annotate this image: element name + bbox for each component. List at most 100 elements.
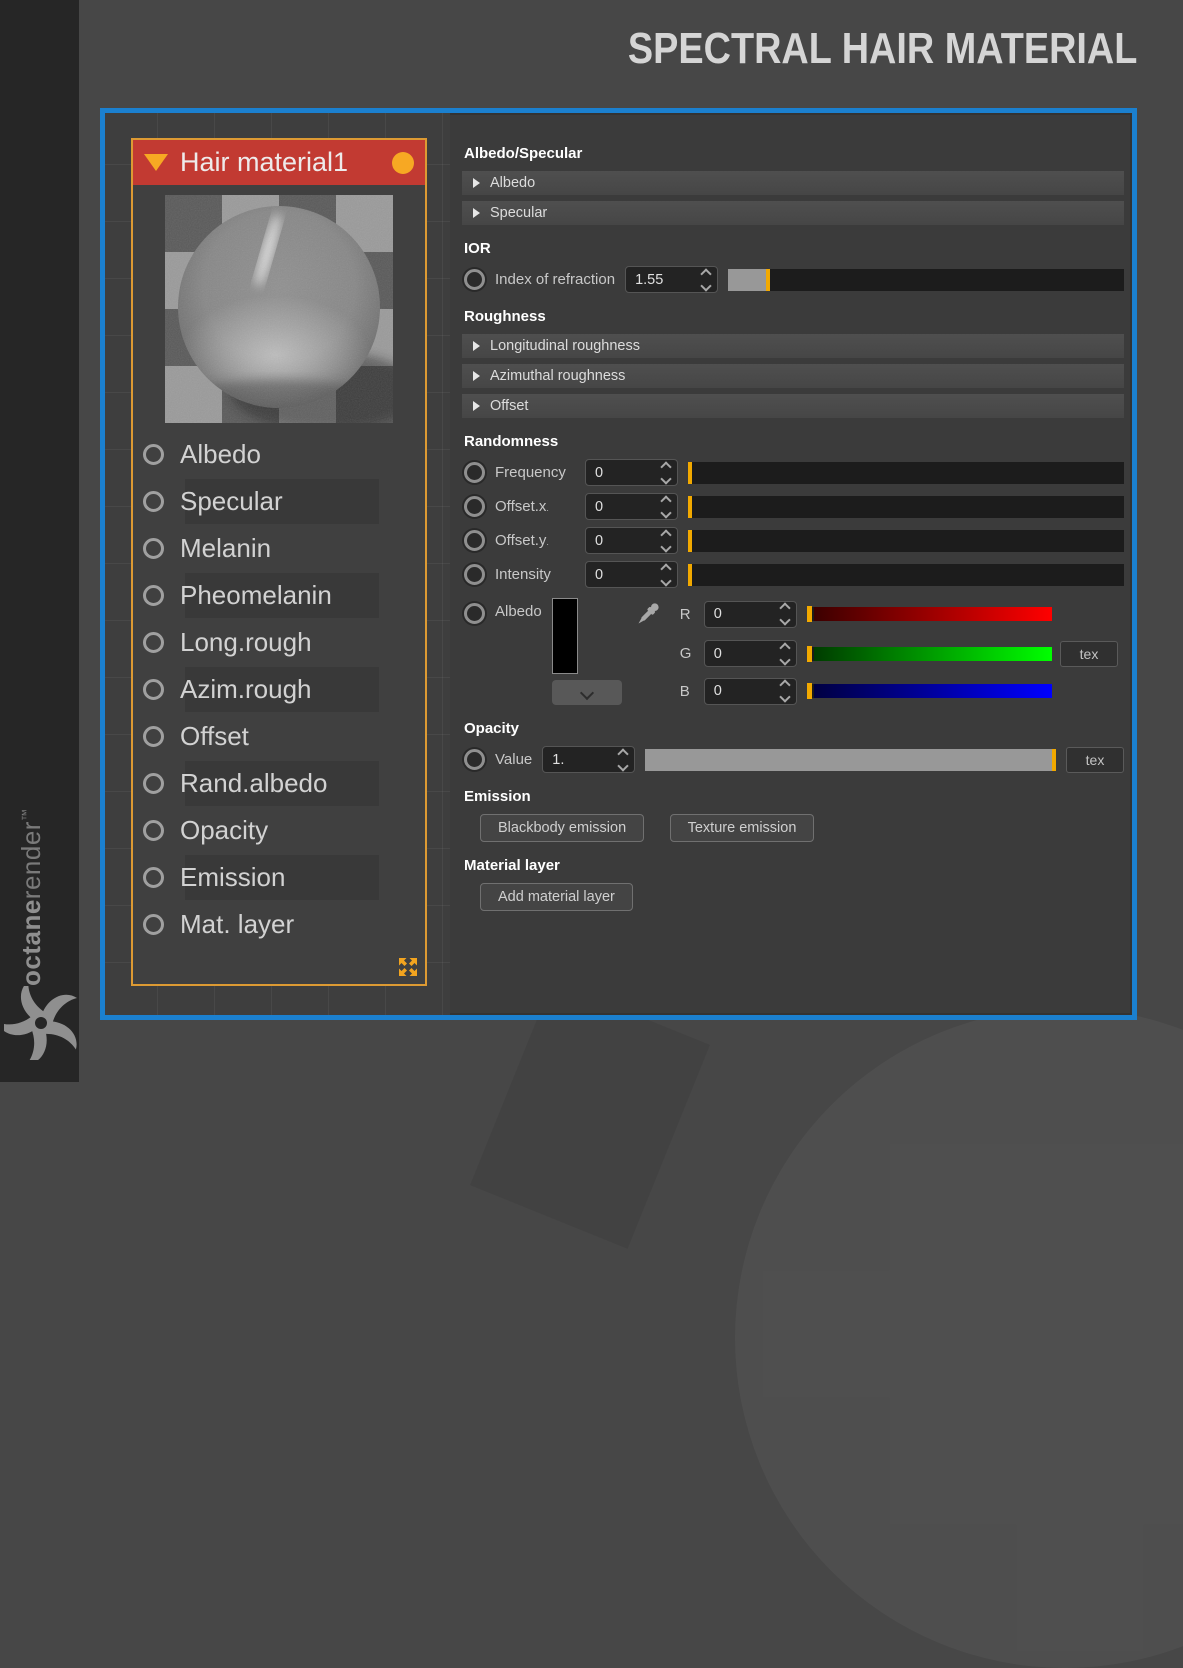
input-socket-icon[interactable] [143,632,164,653]
red-spinbox[interactable]: 0 [703,600,797,628]
spin-up-icon[interactable] [700,267,712,280]
green-channel-slider[interactable] [806,645,1052,662]
input-socket-icon[interactable] [143,491,164,512]
spin-up-icon[interactable] [779,602,791,614]
spin-down-icon[interactable] [660,472,672,485]
input-socket-icon[interactable] [143,585,164,606]
add-material-layer-button[interactable]: Add material layer [480,883,633,911]
opacity-spinbox[interactable]: 1. [542,746,636,773]
ior-slider[interactable] [728,268,1124,291]
texture-emission-button[interactable]: Texture emission [669,814,815,842]
spin-buttons[interactable] [660,528,672,553]
node-input-pheomelanin[interactable]: Pheomelanin [133,572,425,619]
spin-down-icon[interactable] [660,540,672,553]
node-input-melanin[interactable]: Melanin [133,525,425,572]
spin-up-icon[interactable] [660,562,672,575]
input-socket-icon[interactable] [143,820,164,841]
eyedropper-icon[interactable] [632,598,664,630]
intensity-spinbox[interactable]: 0 [585,561,678,588]
opacity-tex-button[interactable]: tex [1066,746,1124,773]
spin-buttons[interactable] [779,679,791,703]
parameter-panel: Albedo/Specular Albedo Specular IOR Inde… [450,113,1132,1015]
node-input-emission[interactable]: Emission [133,854,425,901]
node-input-albedo[interactable]: Albedo [133,431,425,478]
pin-socket-icon[interactable] [464,564,485,585]
section-material-layer: Material layer [464,857,560,874]
spin-buttons[interactable] [779,602,791,626]
node-header[interactable]: Hair material1 [133,140,425,185]
spin-up-icon[interactable] [660,528,672,541]
spin-down-icon[interactable] [660,574,672,587]
node-input-azim-rough[interactable]: Azim.rough [133,666,425,713]
group-albedo[interactable]: Albedo [462,171,1124,195]
input-socket-icon[interactable] [143,914,164,935]
spin-up-icon[interactable] [779,679,791,691]
spin-buttons[interactable] [660,494,672,519]
spin-down-icon[interactable] [779,691,791,703]
spin-down-icon[interactable] [700,279,712,292]
spin-down-icon[interactable] [779,614,791,626]
spin-buttons[interactable] [779,642,791,666]
ior-spinbox[interactable]: 1.55 [625,266,719,293]
spin-down-icon[interactable] [617,759,629,772]
node-collapse-triangle-icon[interactable] [144,154,168,171]
pin-socket-icon[interactable] [464,269,485,290]
group-specular[interactable]: Specular [462,201,1124,225]
red-channel-slider[interactable] [806,606,1052,623]
node-input-mat-layer[interactable]: Mat. layer [133,901,425,948]
albedo-color-swatch[interactable] [551,598,578,674]
node-input-offset[interactable]: Offset [133,713,425,760]
input-socket-icon[interactable] [143,444,164,465]
pin-socket-icon[interactable] [464,603,485,624]
opacity-slider[interactable] [645,748,1056,771]
node-input-rand-albedo[interactable]: Rand.albedo [133,760,425,807]
expander-triangle-icon [473,178,480,188]
node-expand-icon[interactable] [396,955,420,979]
pin-socket-icon[interactable] [464,496,485,517]
group-longitudinal-roughness[interactable]: Longitudinal roughness [462,334,1124,358]
albedo-tex-button[interactable]: tex [1060,640,1118,667]
hair-material-node[interactable]: Hair material1 Albedo Specular Melanin P… [131,138,427,986]
spin-down-icon[interactable] [660,506,672,519]
background-decor-wedge [469,981,711,1249]
offset-y-slider[interactable] [688,529,1124,552]
row-offset-y: Offset.y. 0 [462,527,1124,554]
frequency-spinbox[interactable]: 0 [585,459,678,486]
blackbody-emission-button[interactable]: Blackbody emission [480,814,645,842]
spin-up-icon[interactable] [617,747,629,760]
node-output-dot-icon[interactable] [392,151,414,174]
offset-x-slider[interactable] [688,495,1124,518]
spin-up-icon[interactable] [779,642,791,654]
offset-x-spinbox[interactable]: 0 [585,493,678,520]
offset-y-spinbox[interactable]: 0 [585,527,678,554]
input-socket-icon[interactable] [143,773,164,794]
input-socket-icon[interactable] [143,679,164,700]
group-offset[interactable]: Offset [462,394,1124,418]
node-input-long-rough[interactable]: Long.rough [133,619,425,666]
input-socket-icon[interactable] [143,867,164,888]
pin-socket-icon[interactable] [464,462,485,483]
color-options-dropdown[interactable] [551,680,622,705]
spin-up-icon[interactable] [660,460,672,473]
pin-socket-icon[interactable] [464,749,485,770]
input-socket-icon[interactable] [143,538,164,559]
node-input-specular[interactable]: Specular [133,478,425,525]
background-decor-circle [735,1008,1183,1668]
spin-buttons[interactable] [660,562,672,587]
input-socket-icon[interactable] [143,726,164,747]
blue-spinbox[interactable]: 0 [703,677,797,705]
group-azimuthal-roughness[interactable]: Azimuthal roughness [462,364,1124,388]
spin-buttons[interactable] [660,460,672,485]
blue-channel-slider[interactable] [806,683,1052,700]
section-albedo-specular: Albedo/Specular [464,145,583,162]
spin-down-icon[interactable] [779,654,791,666]
node-graph-canvas[interactable]: Hair material1 Albedo Specular Melanin P… [105,113,450,1015]
spin-buttons[interactable] [700,267,712,292]
node-input-opacity[interactable]: Opacity [133,807,425,854]
pin-socket-icon[interactable] [464,530,485,551]
intensity-slider[interactable] [688,563,1124,586]
spin-up-icon[interactable] [660,494,672,507]
spin-buttons[interactable] [617,747,629,772]
green-spinbox[interactable]: 0 [703,640,797,668]
frequency-slider[interactable] [688,461,1124,484]
